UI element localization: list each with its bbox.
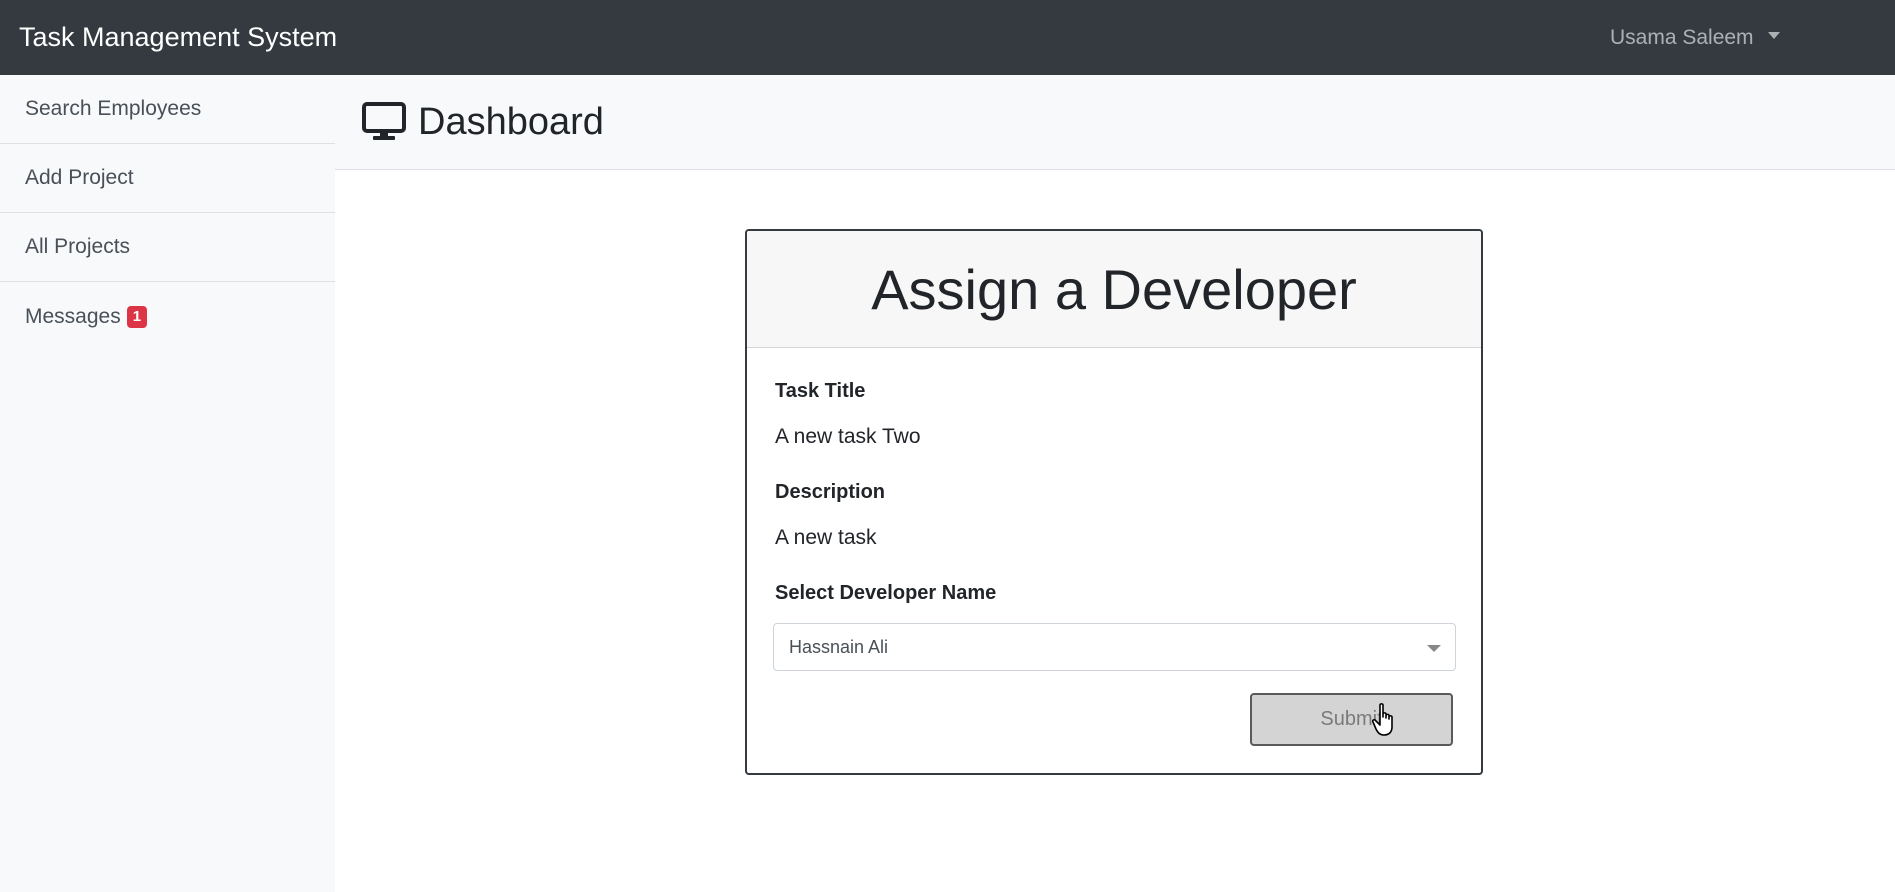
monitor-icon: [362, 100, 406, 144]
hand-cursor-icon: [1372, 703, 1393, 736]
sidebar-item-messages[interactable]: Messages 1: [0, 282, 335, 351]
sidebar-item-search-employees[interactable]: Search Employees: [0, 75, 335, 144]
sidebar-item-all-projects[interactable]: All Projects: [0, 213, 335, 282]
developer-label: Select Developer Name: [775, 582, 997, 604]
page-header: Dashboard: [335, 75, 1895, 170]
task-title-label: Task Title: [775, 380, 866, 402]
top-navbar: Task Management System Usama Saleem: [0, 0, 1895, 75]
assign-developer-card: Assign a Developer Task Title A new task…: [745, 229, 1483, 775]
developer-selected-value: Hassnain Ali: [789, 636, 889, 657]
card-body: Task Title A new task Two Description A …: [747, 348, 1481, 773]
sidebar-item-label: All Projects: [25, 235, 131, 258]
sidebar-item-label: Messages: [25, 304, 121, 328]
user-dropdown[interactable]: Usama Saleem: [1610, 0, 1780, 75]
app-brand[interactable]: Task Management System: [19, 0, 337, 75]
card-title: Assign a Developer: [871, 257, 1357, 321]
description-value: A new task: [775, 526, 877, 549]
sidebar-item-add-project[interactable]: Add Project: [0, 144, 335, 213]
developer-select[interactable]: Hassnain Ali: [773, 623, 1456, 671]
page-title: Dashboard: [418, 100, 604, 143]
sidebar-item-label: Add Project: [25, 166, 134, 189]
caret-down-icon: [1767, 32, 1780, 39]
sidebar-item-label: Search Employees: [25, 97, 202, 120]
submit-button[interactable]: Submit: [1250, 693, 1453, 746]
messages-count-badge: 1: [126, 305, 148, 328]
user-name: Usama Saleem: [1610, 25, 1754, 49]
task-title-value: A new task Two: [775, 425, 921, 448]
sidebar: Search Employees Add Project All Project…: [0, 75, 335, 892]
chevron-down-icon: [1427, 645, 1441, 652]
card-header: Assign a Developer: [747, 231, 1481, 348]
description-label: Description: [775, 481, 886, 503]
